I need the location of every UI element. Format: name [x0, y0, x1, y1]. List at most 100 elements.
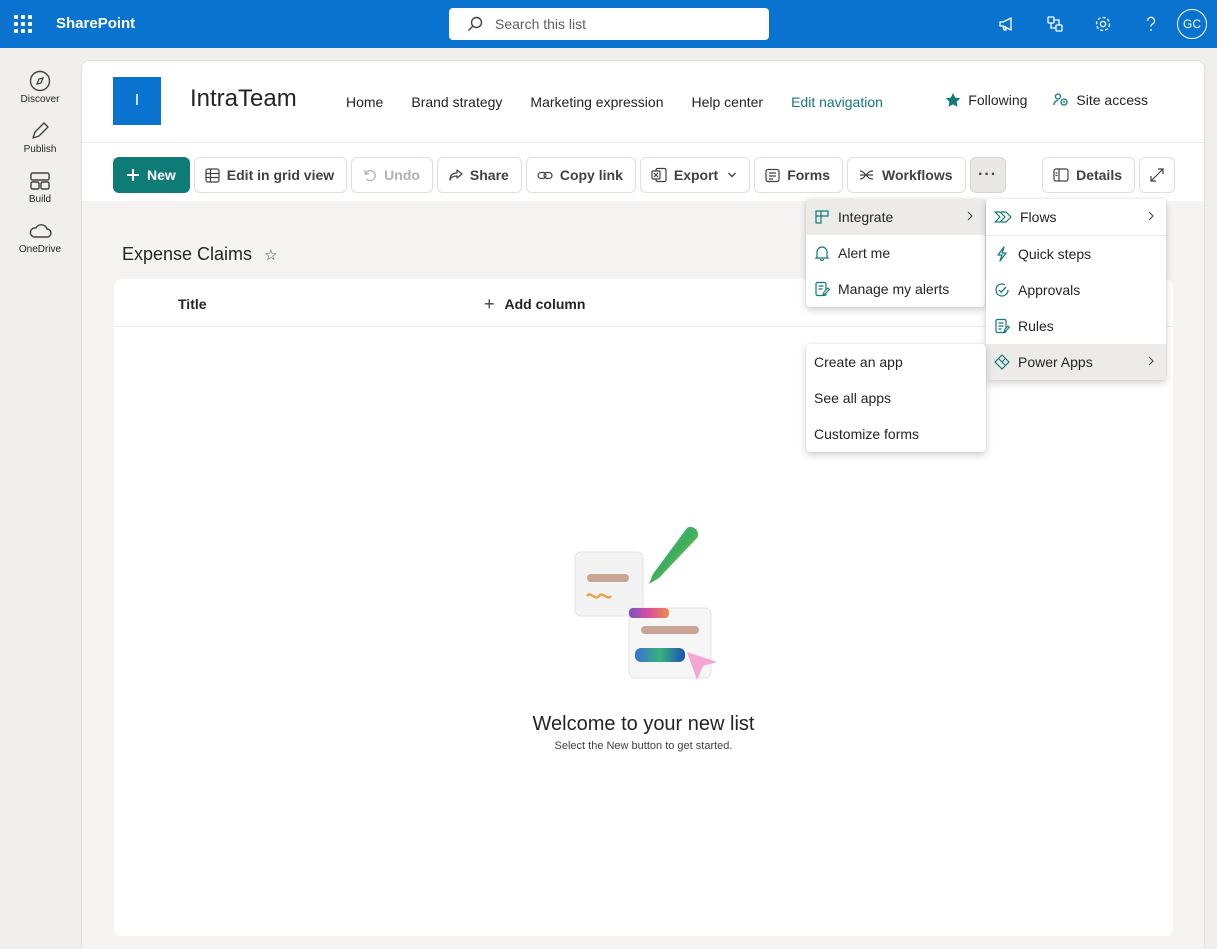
integrate-icon	[815, 210, 829, 224]
copy-link-button[interactable]: Copy link	[525, 157, 636, 193]
forms-label: Forms	[787, 167, 830, 183]
new-button[interactable]: New	[113, 157, 190, 193]
edit-grid-button[interactable]: Edit in grid view	[193, 157, 348, 193]
add-column-label: Add column	[504, 296, 586, 312]
plus-icon: +	[484, 294, 495, 314]
menu-item-flows[interactable]: Flows	[986, 199, 1166, 235]
menu-item-alert-me[interactable]: Alert me	[806, 235, 985, 271]
menu-item-rules[interactable]: Rules	[986, 308, 1166, 344]
expand-button[interactable]	[1139, 157, 1175, 193]
menu-item-label: Create an app	[814, 354, 903, 370]
power-apps-icon	[994, 354, 1010, 370]
forms-button[interactable]: Forms	[754, 157, 843, 193]
avatar[interactable]: GC	[1177, 9, 1207, 39]
workflows-icon	[859, 169, 874, 180]
alerts-edit-icon	[815, 281, 830, 297]
edit-navigation-link[interactable]: Edit navigation	[791, 94, 883, 110]
rail-item-onedrive[interactable]: OneDrive	[0, 220, 80, 255]
favorite-star-icon[interactable]: ☆	[264, 246, 277, 264]
menu-item-label: Integrate	[838, 209, 894, 225]
rail-item-publish[interactable]: Publish	[0, 120, 80, 155]
site-nav: Home Brand strategy Marketing expression…	[346, 94, 911, 110]
site-header: I IntraTeam Home Brand strategy Marketin…	[82, 61, 1204, 143]
rail-item-build[interactable]: Build	[0, 170, 80, 205]
add-column-button[interactable]: + Add column	[484, 294, 586, 314]
bell-icon	[814, 246, 830, 261]
expand-icon	[1150, 168, 1164, 182]
list-title-text[interactable]: Expense Claims	[122, 244, 252, 265]
approvals-icon	[995, 283, 1009, 297]
menu-item-quick-steps[interactable]: Quick steps	[986, 236, 1166, 272]
list-title: Expense Claims ☆	[122, 244, 278, 265]
column-header-title[interactable]: Title	[178, 296, 207, 312]
menu-item-see-all-apps[interactable]: See all apps	[806, 380, 986, 416]
site-access-label: Site access	[1076, 92, 1148, 108]
following-button[interactable]: Following	[945, 92, 1027, 108]
undo-button[interactable]: Undo	[351, 157, 433, 193]
chevron-down-icon	[728, 172, 737, 178]
integrate-submenu: Flows Quick steps Approvals Rules Power …	[986, 199, 1166, 380]
menu-item-manage-alerts[interactable]: Manage my alerts	[806, 271, 985, 307]
app-launcher-icon[interactable]	[14, 15, 32, 33]
export-label: Export	[673, 167, 719, 183]
help-icon[interactable]	[1127, 0, 1175, 48]
rail-item-discover[interactable]: Discover	[0, 70, 80, 105]
menu-item-label: Customize forms	[814, 426, 920, 442]
site-logo[interactable]: I	[113, 77, 161, 125]
rail-label: Publish	[23, 144, 57, 155]
megaphone-icon[interactable]	[983, 0, 1031, 48]
apps-flow-icon[interactable]	[1031, 0, 1079, 48]
app-name[interactable]: SharePoint	[56, 15, 135, 32]
nav-home[interactable]: Home	[346, 94, 383, 110]
share-button[interactable]: Share	[436, 157, 522, 193]
forms-icon	[765, 168, 780, 182]
menu-item-customize-forms[interactable]: Customize forms	[806, 416, 986, 452]
plus-icon	[127, 169, 139, 181]
search-placeholder: Search this list	[495, 16, 587, 32]
workflows-label: Workflows	[882, 167, 953, 183]
chevron-right-icon	[967, 211, 973, 221]
top-bar: SharePoint Search this list GC	[0, 0, 1217, 48]
menu-item-approvals[interactable]: Approvals	[986, 272, 1166, 308]
cloud-icon	[29, 224, 52, 238]
search-icon	[468, 16, 483, 31]
command-bar-right: Details	[1042, 157, 1179, 193]
site-title[interactable]: IntraTeam	[190, 85, 297, 113]
menu-item-create-app[interactable]: Create an app	[806, 344, 986, 380]
export-button[interactable]: Export	[639, 157, 751, 193]
rules-icon	[995, 318, 1010, 334]
command-bar: New Edit in grid view Undo Share Copy li…	[113, 157, 1010, 193]
left-rail: Discover Publish Build OneDrive	[0, 48, 80, 949]
edit-grid-label: Edit in grid view	[226, 167, 335, 183]
excel-icon	[651, 167, 667, 183]
link-icon	[537, 171, 553, 179]
following-label: Following	[968, 92, 1028, 108]
details-button[interactable]: Details	[1042, 157, 1135, 193]
menu-item-label: Flows	[1020, 209, 1057, 225]
menu-item-label: Quick steps	[1018, 246, 1092, 262]
search-box[interactable]: Search this list	[449, 8, 769, 40]
share-icon	[449, 168, 463, 181]
rail-label: Build	[28, 194, 52, 205]
share-label: Share	[469, 167, 509, 183]
menu-item-label: Power Apps	[1018, 354, 1093, 370]
nav-help-center[interactable]: Help center	[691, 94, 763, 110]
nav-marketing-expression[interactable]: Marketing expression	[530, 94, 663, 110]
empty-state-title: Welcome to your new list	[532, 713, 755, 735]
copy-link-label: Copy link	[559, 167, 623, 183]
menu-item-label: Rules	[1018, 318, 1054, 334]
nav-brand-strategy[interactable]: Brand strategy	[411, 94, 502, 110]
settings-gear-icon[interactable]	[1079, 0, 1127, 48]
more-icon: ···	[978, 166, 998, 183]
menu-item-power-apps[interactable]: Power Apps	[986, 344, 1166, 380]
menu-item-integrate[interactable]: Integrate	[806, 199, 985, 235]
rail-label: OneDrive	[18, 244, 62, 255]
people-icon	[1053, 93, 1069, 106]
more-actions-button[interactable]: ···	[969, 157, 1006, 193]
top-bar-actions: GC	[983, 0, 1217, 48]
workflows-button[interactable]: Workflows	[847, 157, 966, 193]
rail-label: Discover	[20, 94, 60, 105]
chevron-right-icon	[1148, 356, 1154, 366]
compass-icon	[29, 70, 51, 92]
site-access-button[interactable]: Site access	[1053, 92, 1148, 108]
